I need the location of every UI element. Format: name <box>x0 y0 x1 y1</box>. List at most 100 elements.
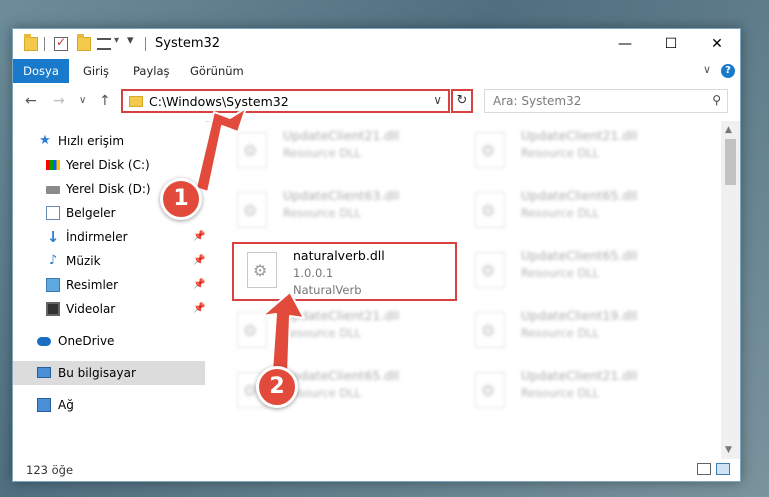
file-description: Resource DLL <box>283 206 362 220</box>
folder-icon <box>24 34 38 51</box>
documents-icon <box>46 206 60 220</box>
qat-down-arrow-icon[interactable]: ▾ <box>127 33 134 48</box>
back-arrow-icon[interactable]: ← <box>25 93 37 109</box>
pin-icon[interactable]: 📌 <box>193 297 205 321</box>
tab-view[interactable]: Görünüm <box>190 59 244 83</box>
network-icon <box>37 398 51 412</box>
file-item[interactable]: UpdateClient21.dll Resource DLL <box>235 127 465 177</box>
pictures-icon <box>46 278 60 292</box>
dll-file-icon <box>475 252 505 288</box>
maximize-button[interactable]: ☐ <box>648 29 694 59</box>
ribbon-expand-icon[interactable]: ∨ <box>703 63 711 76</box>
search-box[interactable]: Ara: System32 ⚲ <box>484 89 728 113</box>
folder-icon <box>129 96 143 107</box>
pin-icon[interactable]: 📌 <box>193 225 205 249</box>
address-path[interactable]: C:\Windows\System32 <box>149 94 289 109</box>
tiles-view-icon[interactable] <box>716 463 730 475</box>
file-description: Resource DLL <box>521 206 600 220</box>
dll-file-icon <box>237 132 267 168</box>
dll-file-icon <box>475 312 505 348</box>
nav-item-pictures[interactable]: Resimler 📌 <box>13 273 205 297</box>
nav-item-network[interactable]: Ağ <box>13 393 205 417</box>
file-item[interactable]: UpdateClient21.dll Resource DLL <box>473 127 703 177</box>
nav-item-downloads[interactable]: ↓ İndirmeler 📌 <box>13 225 206 249</box>
scroll-down-icon[interactable]: ▼ <box>725 445 732 455</box>
nav-item-label: Belgeler <box>66 206 116 220</box>
file-description: Resource DLL <box>521 146 600 160</box>
scroll-thumb[interactable] <box>725 139 736 185</box>
vertical-scrollbar[interactable]: ▲ ▼ <box>721 121 740 459</box>
file-item[interactable]: UpdateClient21.dll Resource DLL <box>473 367 703 417</box>
pin-icon[interactable]: 📌 <box>193 273 205 297</box>
file-name: UpdateClient63.dll <box>283 188 400 203</box>
nav-item-label: Bu bilgisayar <box>58 366 136 380</box>
status-bar: 123 öğe <box>13 459 740 481</box>
file-item[interactable]: UpdateClient63.dll Resource DLL <box>235 187 465 237</box>
file-name: UpdateClient21.dll <box>521 368 638 383</box>
nav-item-this-pc[interactable]: Bu bilgisayar <box>13 361 205 385</box>
nav-item-label: Ağ <box>58 398 74 412</box>
help-icon[interactable]: ? <box>721 64 735 78</box>
file-item[interactable]: UpdateClient21.dll Resource DLL <box>235 307 465 357</box>
search-input[interactable]: Ara: System32 <box>493 94 581 108</box>
downloads-icon: ↓ <box>46 228 60 246</box>
close-button[interactable]: ✕ <box>694 29 740 59</box>
nav-item-quick-access[interactable]: ★ Hızlı erişim <box>13 129 205 153</box>
file-description: Resource DLL <box>521 386 600 400</box>
nav-item-label: Müzik <box>66 254 101 268</box>
tab-share[interactable]: Paylaş <box>133 59 170 83</box>
file-name: UpdateClient21.dll <box>283 308 400 323</box>
file-name: UpdateClient65.dll <box>283 368 400 383</box>
nav-item-label: Resimler <box>66 278 119 292</box>
file-item[interactable]: UpdateClient19.dll Resource DLL <box>473 307 703 357</box>
nav-item-onedrive[interactable]: OneDrive <box>13 329 205 353</box>
address-bar[interactable]: C:\Windows\System32 ∨ <box>121 89 450 113</box>
nav-item-label: Hızlı erişim <box>58 134 125 148</box>
window-title: System32 <box>155 36 221 51</box>
tab-home[interactable]: Giriş <box>83 59 109 83</box>
file-name: UpdateClient19.dll <box>521 308 638 323</box>
recent-locations-icon[interactable]: ∨ <box>79 95 86 106</box>
address-dropdown-icon[interactable]: ∨ <box>433 93 442 107</box>
title-bar: ▾ ▾ System32 — ☐ ✕ <box>13 29 740 59</box>
file-item[interactable]: UpdateClient65.dll Resource DLL <box>473 247 703 297</box>
disk-c-icon <box>46 160 60 170</box>
file-name: UpdateClient65.dll <box>521 248 638 263</box>
details-view-icon[interactable] <box>697 463 711 475</box>
scroll-up-icon[interactable]: ▲ <box>725 125 732 135</box>
qat-customize-dropdown-icon[interactable]: ▾ <box>114 35 119 46</box>
file-item[interactable]: UpdateClient65.dll Resource DLL <box>473 187 703 237</box>
divider <box>44 37 45 51</box>
dll-file-icon <box>237 192 267 228</box>
step-1-badge: 1 <box>160 178 202 220</box>
file-description: Resource DLL <box>521 266 600 280</box>
nav-item-videos[interactable]: Videolar 📌 <box>13 297 205 321</box>
search-icon[interactable]: ⚲ <box>712 93 721 107</box>
refresh-button[interactable]: ↻ <box>451 89 473 113</box>
new-folder-icon[interactable] <box>77 34 91 51</box>
onedrive-icon <box>37 337 51 346</box>
dll-file-icon <box>475 192 505 228</box>
highlight-box <box>232 242 457 301</box>
nav-item-music[interactable]: ♪ Müzik 📌 <box>13 249 206 273</box>
up-arrow-icon[interactable]: ↑ <box>99 93 111 109</box>
nav-item-label: OneDrive <box>58 334 115 348</box>
properties-icon[interactable] <box>54 35 68 51</box>
ribbon-tabs: Dosya Giriş Paylaş Görünüm ∨ ? <box>13 59 740 83</box>
file-name: UpdateClient65.dll <box>521 188 638 203</box>
dll-file-icon <box>475 132 505 168</box>
divider <box>145 37 146 51</box>
dll-file-icon <box>237 312 267 348</box>
file-name: UpdateClient21.dll <box>521 128 638 143</box>
music-icon: ♪ <box>48 253 58 268</box>
tab-file[interactable]: Dosya <box>13 59 69 83</box>
forward-arrow-icon[interactable]: → <box>53 93 65 109</box>
navigation-pane: ★ Hızlı erişim Yerel Disk (C:) Yerel Dis… <box>13 121 205 459</box>
pin-icon[interactable]: 📌 <box>193 249 205 273</box>
minimize-button[interactable]: — <box>602 29 648 59</box>
nav-item-local-disk-c[interactable]: Yerel Disk (C:) <box>13 153 205 177</box>
nav-item-label: Yerel Disk (C:) <box>66 158 150 172</box>
file-description: Resource DLL <box>283 326 362 340</box>
view-list-icon[interactable] <box>97 38 111 50</box>
address-row: ← → ∨ ↑ C:\Windows\System32 ∨ ↻ Ara: Sys… <box>13 83 740 122</box>
